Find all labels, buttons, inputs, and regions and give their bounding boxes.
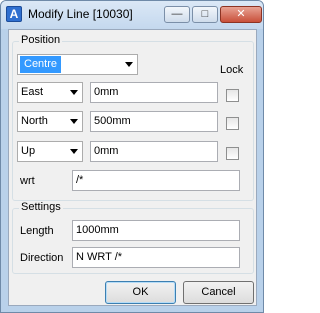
window-title: Modify Line [10030] xyxy=(28,7,133,21)
maximize-button[interactable]: □ xyxy=(192,6,218,23)
wrt-field[interactable]: /* xyxy=(72,170,240,191)
cancel-button[interactable]: Cancel xyxy=(183,281,254,304)
settings-group-label: Settings xyxy=(19,201,63,213)
north-axis-dropdown[interactable]: North xyxy=(17,111,83,132)
close-button[interactable]: ✕ xyxy=(220,6,262,23)
title-bar[interactable]: A Modify Line [10030] — □ ✕ xyxy=(1,1,263,29)
wrt-label: wrt xyxy=(20,175,35,187)
up-axis-value: Up xyxy=(21,145,36,157)
dialog-client-area: Position Centre Lock East 0mm North 500m… xyxy=(8,29,257,306)
chevron-down-icon xyxy=(70,119,78,124)
east-axis-value: East xyxy=(21,86,44,98)
minimize-icon: — xyxy=(171,8,183,20)
modify-line-window: A Modify Line [10030] — □ ✕ Position Cen… xyxy=(0,0,264,313)
direction-label: Direction xyxy=(20,252,64,264)
position-mode-value: Centre xyxy=(20,56,62,73)
chevron-down-icon xyxy=(70,90,78,95)
lock-label: Lock xyxy=(220,64,244,76)
up-axis-dropdown[interactable]: Up xyxy=(17,141,83,162)
north-value-field[interactable]: 500mm xyxy=(90,111,218,132)
length-field[interactable]: 1000mm xyxy=(72,220,240,241)
north-axis-value: North xyxy=(21,115,48,127)
position-group-label: Position xyxy=(19,34,63,46)
chevron-down-icon xyxy=(70,149,78,154)
east-axis-dropdown[interactable]: East xyxy=(17,82,83,103)
close-icon: ✕ xyxy=(236,8,246,20)
minimize-button[interactable]: — xyxy=(164,6,190,23)
up-lock-checkbox[interactable] xyxy=(226,147,239,160)
direction-field[interactable]: N WRT /* xyxy=(72,247,240,268)
length-label: Length xyxy=(20,225,54,237)
chevron-down-icon xyxy=(125,62,133,67)
east-lock-checkbox[interactable] xyxy=(226,89,239,102)
north-lock-checkbox[interactable] xyxy=(226,117,239,130)
ok-button[interactable]: OK xyxy=(105,281,176,304)
app-icon: A xyxy=(6,6,22,22)
up-value-field[interactable]: 0mm xyxy=(90,141,218,162)
east-value-field[interactable]: 0mm xyxy=(90,82,218,103)
position-mode-dropdown[interactable]: Centre xyxy=(17,54,138,75)
maximize-icon: □ xyxy=(201,8,209,20)
